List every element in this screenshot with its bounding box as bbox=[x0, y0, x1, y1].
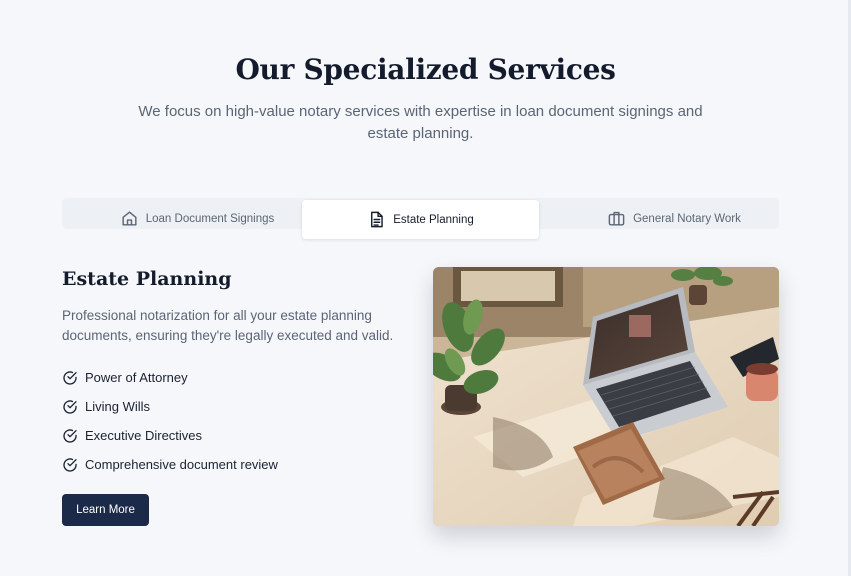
tab-label: Estate Planning bbox=[393, 213, 474, 226]
list-item: Comprehensive document review bbox=[62, 450, 278, 479]
feature-label: Living Wills bbox=[85, 399, 151, 414]
feature-list: Power of Attorney Living Wills Executive… bbox=[62, 363, 278, 479]
tab-label: General Notary Work bbox=[633, 212, 741, 225]
check-circle-icon bbox=[62, 428, 78, 444]
laptop-desk-photo bbox=[433, 267, 779, 526]
services-tabs: Loan Document Signings Estate Planning G… bbox=[62, 198, 779, 239]
list-item: Executive Directives bbox=[62, 421, 278, 450]
feature-label: Comprehensive document review bbox=[85, 457, 278, 472]
tab-label: Loan Document Signings bbox=[145, 212, 275, 225]
check-circle-icon bbox=[62, 370, 78, 386]
tab-estate-planning[interactable]: Estate Planning bbox=[302, 200, 539, 239]
home-icon bbox=[120, 209, 139, 228]
tab-loan-document-signings[interactable]: Loan Document Signings bbox=[92, 198, 302, 239]
feature-label: Executive Directives bbox=[85, 428, 203, 443]
check-circle-icon bbox=[62, 457, 78, 473]
section-description: Professional notarization for all your e… bbox=[62, 308, 394, 343]
list-item: Living Wills bbox=[62, 392, 278, 421]
page-title: Our Specialized Services bbox=[235, 53, 616, 86]
tab-general-notary-work[interactable]: General Notary Work bbox=[569, 198, 779, 239]
feature-label: Power of Attorney bbox=[85, 370, 188, 385]
learn-more-button[interactable]: Learn More bbox=[62, 494, 149, 526]
page-subtitle: We focus on high-value notary services w… bbox=[138, 103, 703, 142]
briefcase-icon bbox=[607, 209, 626, 228]
section-title: Estate Planning bbox=[62, 268, 232, 290]
check-circle-icon bbox=[62, 399, 78, 415]
document-icon bbox=[367, 210, 386, 229]
list-item: Power of Attorney bbox=[62, 363, 278, 392]
